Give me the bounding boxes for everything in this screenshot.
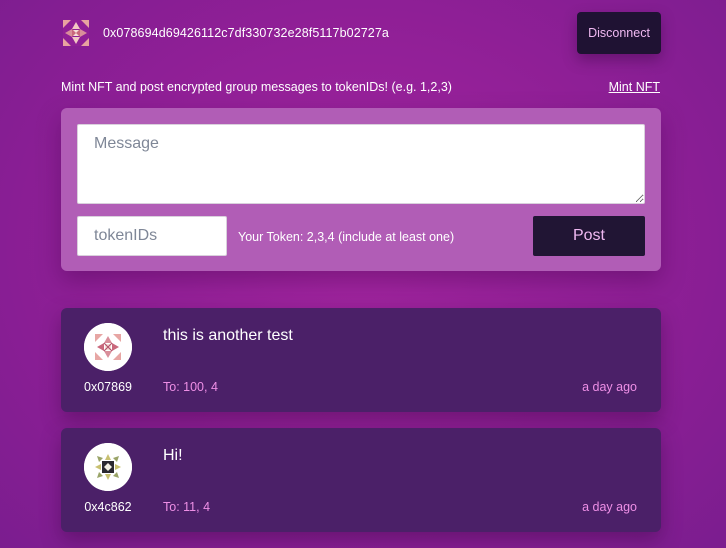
post-author: 0x4c862 — [84, 500, 132, 514]
post-recipients: To: 11, 4 — [163, 500, 211, 514]
post-timestamp: a day ago — [582, 380, 637, 394]
disconnect-button[interactable]: Disconnect — [577, 12, 661, 54]
author-identicon-icon — [84, 323, 132, 371]
post-card: 0x07869 this is another test To: 100, 4 … — [61, 308, 661, 412]
wallet-address: 0x078694d69426112c7df330732e28f5117b0272… — [103, 26, 389, 40]
identicon-icon — [63, 20, 89, 46]
message-input[interactable] — [77, 124, 645, 204]
post-button[interactable]: Post — [533, 216, 645, 256]
post-message: this is another test — [163, 327, 293, 344]
author-identicon-icon — [84, 443, 132, 491]
top-bar: 0x078694d69426112c7df330732e28f5117b0272… — [61, 12, 661, 54]
message-composer: Your Token: 2,3,4 (include at least one)… — [61, 108, 661, 271]
tokenids-input[interactable] — [77, 216, 227, 256]
post-message: Hi! — [163, 447, 183, 464]
mint-nft-link[interactable]: Mint NFT — [609, 80, 660, 94]
your-token-hint: Your Token: 2,3,4 (include at least one) — [238, 230, 455, 244]
post-timestamp: a day ago — [582, 500, 637, 514]
post-card: 0x4c862 Hi! To: 11, 4 a day ago — [61, 428, 661, 532]
post-author: 0x07869 — [84, 380, 132, 394]
intro-text: Mint NFT and post encrypted group messag… — [61, 80, 452, 94]
post-recipients: To: 100, 4 — [163, 380, 218, 394]
